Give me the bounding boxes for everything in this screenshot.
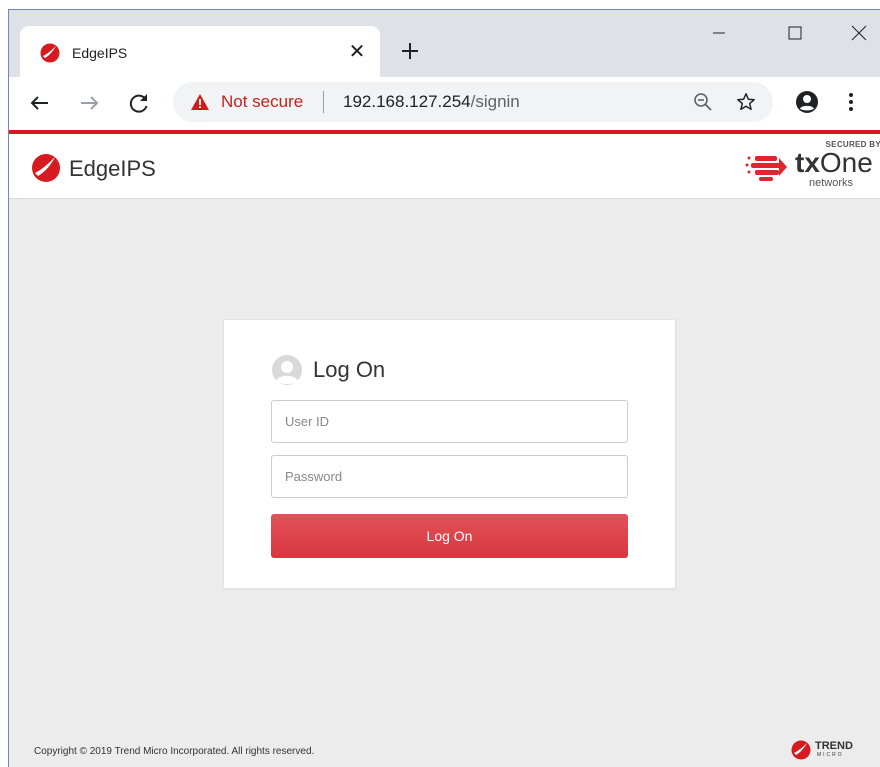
address-bar[interactable]: Not secure 192.168.127.254/signin: [173, 82, 773, 122]
security-label[interactable]: Not secure: [221, 92, 303, 112]
login-title: Log On: [313, 357, 386, 382]
txone-wordmark-one: One: [819, 147, 873, 178]
vendor-name-top: TREND: [815, 740, 853, 752]
tab-strip: EdgeIPS ✕: [9, 10, 880, 77]
url-host: 192.168.127.254: [343, 92, 471, 111]
edgeips-logo-icon: [32, 154, 60, 182]
close-icon[interactable]: ✕: [345, 40, 369, 64]
minimize-icon[interactable]: [695, 10, 743, 56]
txone-subtitle: networks: [809, 177, 854, 189]
url-text[interactable]: 192.168.127.254/signin: [343, 92, 520, 112]
plus-icon[interactable]: [398, 39, 422, 63]
browser-toolbar: Not secure 192.168.127.254/signin: [9, 77, 880, 130]
txone-wordmark: txOne: [795, 148, 873, 178]
vendor-name-bottom: MICRO: [817, 752, 844, 758]
txone-logo: SECURED BY txOne networks: [745, 140, 880, 196]
page-footer: Copyright © 2019 Trend Micro Incorporate…: [9, 736, 880, 767]
forward-arrow-icon[interactable]: [75, 89, 103, 117]
zoom-icon[interactable]: [693, 92, 713, 112]
omnibox-divider: [323, 91, 324, 113]
window-close-icon[interactable]: [835, 10, 880, 56]
log-on-button[interactable]: Log On: [271, 514, 628, 558]
profile-icon[interactable]: [795, 90, 819, 114]
tab-edgeips[interactable]: EdgeIPS ✕: [20, 26, 380, 77]
txone-wordmark-tx: tx: [795, 147, 820, 178]
user-id-field[interactable]: [271, 400, 628, 443]
tab-title: EdgeIPS: [72, 45, 128, 61]
edgeips-logo-icon: [40, 43, 60, 63]
browser-window: EdgeIPS ✕ Not secure 192.168.127.254/sig…: [8, 9, 880, 767]
url-path: /signin: [470, 92, 520, 111]
page-content: EdgeIPS SECURED BY txOne networks Log On…: [9, 134, 880, 767]
warning-icon: [191, 94, 209, 110]
trend-micro-logo-icon: [791, 740, 811, 760]
reload-icon[interactable]: [125, 89, 153, 117]
copyright-text: Copyright © 2019 Trend Micro Incorporate…: [34, 746, 315, 757]
login-card: Log On Log On: [223, 319, 676, 589]
more-vert-icon[interactable]: [843, 90, 859, 114]
txone-logo-icon: [745, 156, 787, 181]
maximize-icon[interactable]: [771, 10, 819, 56]
user-avatar-icon: [272, 355, 302, 385]
star-icon[interactable]: [735, 91, 757, 113]
app-title: EdgeIPS: [69, 156, 156, 181]
back-arrow-icon[interactable]: [26, 89, 54, 117]
password-field[interactable]: [271, 455, 628, 498]
app-header: EdgeIPS SECURED BY txOne networks: [9, 134, 880, 199]
